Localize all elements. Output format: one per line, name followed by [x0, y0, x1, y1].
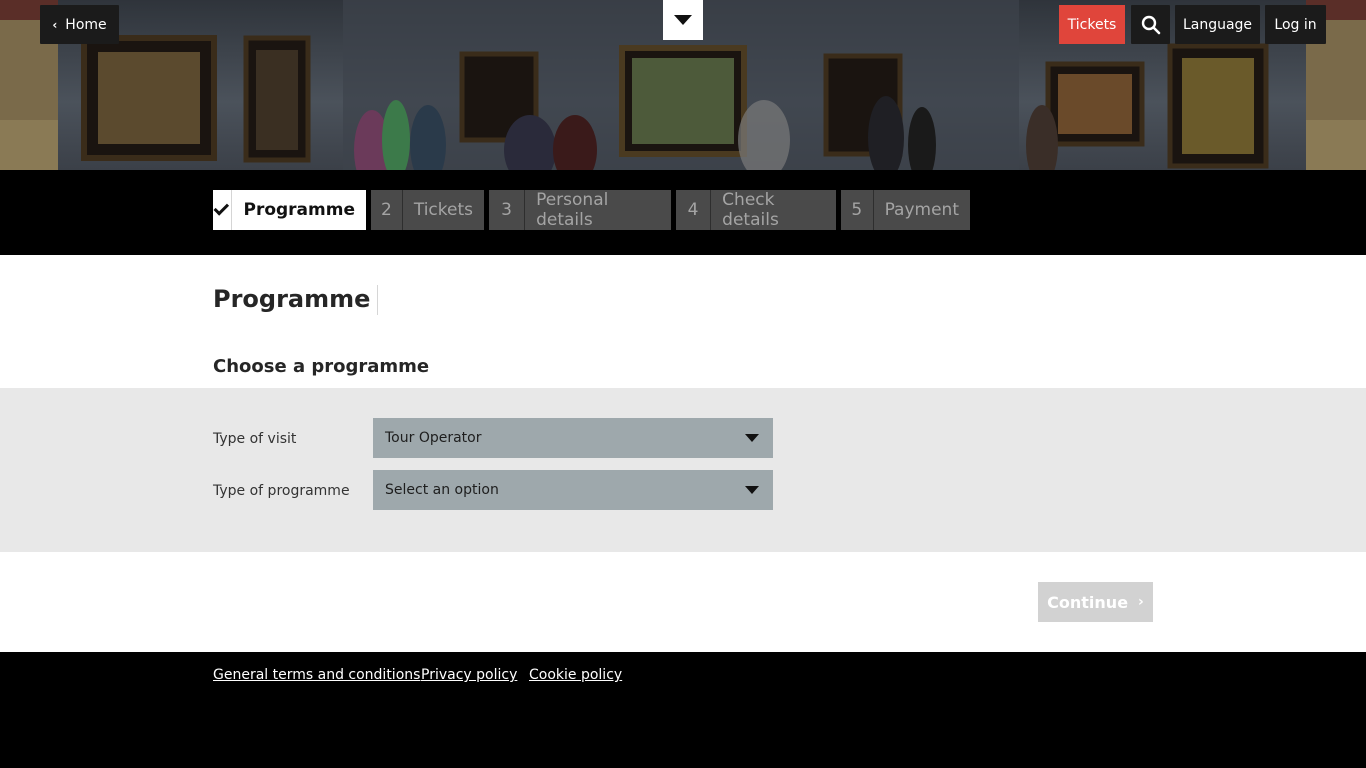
- type-of-programme-select[interactable]: Select an option: [373, 470, 773, 510]
- programme-form: Type of visit Tour Operator Type of prog…: [0, 388, 1366, 552]
- step-tickets[interactable]: 2 Tickets: [371, 190, 484, 230]
- step-programme[interactable]: Programme: [213, 190, 366, 230]
- type-of-visit-label: Type of visit: [213, 431, 297, 447]
- login-button[interactable]: Log in: [1265, 5, 1326, 44]
- select-value: Select an option: [385, 482, 499, 498]
- step-check-details[interactable]: 4 Check details: [676, 190, 836, 230]
- select-value: Tour Operator: [385, 430, 482, 446]
- step-label: Personal details: [536, 190, 609, 230]
- step-number: [213, 190, 233, 230]
- main-content: Programme Choose a programme Type of vis…: [0, 255, 1366, 652]
- menu-toggle-button[interactable]: [663, 0, 703, 40]
- cookie-policy-link[interactable]: Cookie policy: [529, 667, 622, 683]
- tickets-button[interactable]: Tickets: [1059, 5, 1125, 44]
- step-number: 2: [371, 190, 403, 230]
- continue-button-label: Continue: [1047, 592, 1129, 612]
- privacy-policy-link[interactable]: Privacy policy: [421, 667, 517, 683]
- hero-banner: ‹ Home Tickets Language Log in: [0, 0, 1366, 170]
- step-number: 4: [676, 190, 712, 230]
- home-button[interactable]: ‹ Home: [40, 5, 119, 44]
- type-of-programme-label: Type of programme: [213, 483, 350, 499]
- footer: General terms and conditions Privacy pol…: [0, 652, 1366, 768]
- step-personal-details[interactable]: 3 Personal details: [489, 190, 671, 230]
- chevron-left-icon: ‹: [52, 17, 58, 32]
- caret-down-icon: [674, 15, 692, 25]
- search-icon: [1141, 15, 1160, 34]
- checkout-steps: Programme 2 Tickets 3 Personal details 4…: [0, 170, 1366, 255]
- step-payment[interactable]: 5 Payment: [841, 190, 970, 230]
- chevron-down-icon: [745, 486, 759, 494]
- step-number: 5: [841, 190, 874, 230]
- home-button-label: Home: [65, 16, 107, 33]
- chevron-right-icon: ›: [1138, 594, 1144, 610]
- continue-button[interactable]: Continue ›: [1038, 582, 1153, 622]
- step-label: Programme: [243, 200, 355, 220]
- step-number: 3: [489, 190, 526, 230]
- step-label: Payment: [884, 200, 959, 220]
- terms-link[interactable]: General terms and conditions: [213, 667, 420, 683]
- chevron-down-icon: [745, 434, 759, 442]
- search-button[interactable]: [1131, 5, 1170, 44]
- language-button[interactable]: Language: [1175, 5, 1260, 44]
- page-title: Programme: [213, 285, 379, 315]
- section-title: Choose a programme: [213, 356, 430, 377]
- type-of-visit-select[interactable]: Tour Operator: [373, 418, 773, 458]
- step-label: Tickets: [413, 200, 473, 220]
- step-label: Check details: [722, 190, 779, 230]
- checkmark-icon: [213, 200, 230, 216]
